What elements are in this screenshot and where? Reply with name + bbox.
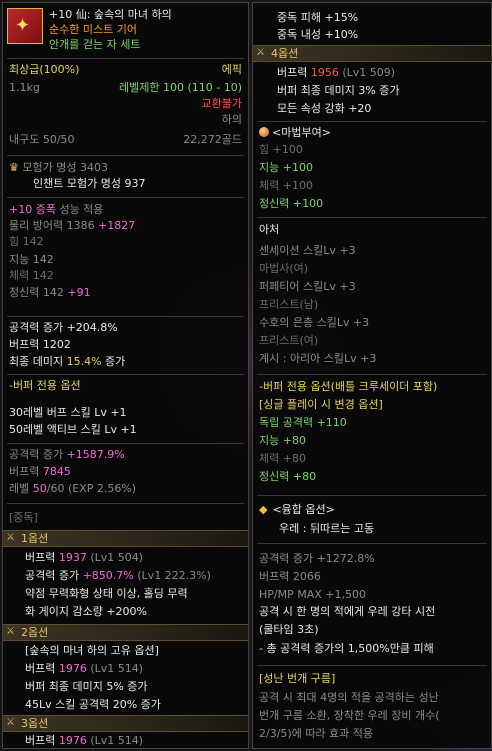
class-line7: 계시 : 아리아 스킬Lv +3 [259, 352, 377, 365]
option3-header: ⚔ 3옵션 [3, 715, 248, 732]
m-int: 지능 +100 [259, 161, 313, 174]
cloud-line3: 2/3/5)에 따라 효과 적용 [259, 727, 374, 740]
orb-icon [259, 127, 269, 137]
opt1-line1: 버프력 1937 (Lv1 504) [25, 551, 144, 564]
opt1-line3: 약점 무력화형 상태 이상, 홀딩 무력 [25, 587, 188, 600]
fusion-line2: 버프력 2066 [259, 570, 321, 583]
fusion-line5: (쿨타임 3초) [259, 623, 319, 636]
fusion-line3: HP/MP MAX +1,500 [259, 588, 366, 601]
diamond-icon: ◆ [259, 503, 268, 516]
bufopt-sub: [싱글 플레이 시 변경 옵션] [259, 398, 383, 411]
stat-str: 힘 142 [9, 235, 44, 248]
class-title: 아처 [259, 223, 280, 236]
fame-icon: ♛ [9, 161, 19, 174]
opt2-line4: 45Lv 스킬 공격력 20% 증가 [25, 698, 161, 711]
stat-spr: 정신력 142 +91 [9, 286, 91, 299]
slot-label: 하의 [221, 113, 242, 126]
cloud-line2: 번개 구름 소환, 장착한 우레 장비 개수( [259, 709, 440, 722]
fusion-line1: 공격력 증가 +1272.8% [259, 552, 375, 565]
grade-label: 최상급(100%) [9, 63, 80, 76]
option4-header: ⚔ 4옵션 [253, 45, 491, 62]
fusion-line6: - 총 공격력 증가의 1,500%만큼 피해 [259, 642, 434, 655]
opt1-line2: 공격력 증가 +850.7% (Lv1 222.3%) [25, 569, 211, 582]
option-bar-icon: ⚔ [6, 532, 15, 543]
fusion-title: ◆ <융합 옵션> [259, 503, 335, 516]
cloud-title: [성난 번개 구름] [259, 672, 336, 685]
opt2-line1: [숲속의 마녀 하의 고유 옵션] [25, 644, 159, 657]
stat-int: 지능 142 [9, 253, 54, 266]
item-tooltip-left: ✦ +10 仙: 숲속의 마녀 하의 순수한 미스트 기어 안개를 걷는 자 세… [2, 2, 249, 749]
opt2-line2: 버프력 1976 (Lv1 514) [25, 662, 144, 675]
growth-label: [중독] [9, 511, 38, 524]
magic-title: <마법부여> [259, 126, 331, 140]
amp-row: +10 증폭 성능 적용 [9, 203, 104, 216]
fusion-line4: 공격 시 한 명의 적에게 우레 강타 시전 [259, 605, 436, 618]
enchant-fame: 인챈트 모험가 명성 937 [33, 177, 146, 190]
class-line2: 마법사(여) [259, 262, 309, 275]
m-str: 힘 +100 [259, 143, 303, 156]
weight-label: 1.1kg [9, 81, 40, 94]
fusion-name: 우레 : 뒤따르는 고동 [279, 522, 375, 535]
bufopt-line2: 지능 +80 [259, 434, 306, 447]
option1-header: ⚔ 1옵션 [3, 530, 248, 547]
bufopt-line1: 독립 공격력 +110 [259, 416, 347, 429]
skill50: 50레벨 액티브 스킬 Lv +1 [9, 423, 137, 436]
growth-level: 레벨 50/60 (EXP 2.56%) [9, 482, 137, 495]
option-bar-icon: ⚔ [256, 47, 265, 58]
buffer-opt-title: -버퍼 전용 옵션 [9, 379, 81, 392]
class-line5: 수호의 은총 스킬Lv +3 [259, 316, 370, 329]
opt4-line1: 버프력 1956 (Lv1 509) [277, 66, 396, 79]
bufopt-title: -버퍼 전용 옵션(배틀 크루세이더 포함) [259, 380, 438, 393]
option-bar-icon: ⚔ [6, 717, 15, 728]
skill30: 30레벨 버프 스킬 Lv +1 [9, 406, 127, 419]
set-name: 안개를 걷는 자 세트 [49, 38, 141, 51]
item-tooltip-right: 중독 피해 +15% 중독 내성 +10% ⚔ 4옵션 버프력 1956 (Lv… [252, 2, 492, 749]
buff-power: 버프력 1202 [9, 338, 71, 351]
item-subtitle: 순수한 미스트 기어 [49, 23, 137, 36]
class-line6: 프리스트(여) [259, 334, 319, 347]
opt4-line2: 버퍼 최종 데미지 3% 증가 [277, 84, 400, 97]
price-label: 22,272골드 [183, 133, 242, 146]
rarity-label: 에픽 [221, 63, 242, 76]
m-vit: 체력 +100 [259, 179, 313, 192]
opt4-line3: 모든 속성 강화 +20 [277, 102, 372, 115]
item-title: +10 仙: 숲속의 마녀 하의 [49, 8, 172, 21]
class-line4: 프리스트(남) [259, 298, 319, 311]
durability-label: 내구도 50/50 [9, 133, 75, 146]
stat-vit: 체력 142 [9, 269, 54, 282]
opt3-line1: 버프력 1976 (Lv1 514) [25, 734, 144, 747]
opt2-line3: 버퍼 최종 데미지 5% 증가 [25, 680, 148, 693]
class-line3: 퍼페티어 스킬Lv +3 [259, 280, 356, 293]
fame-row: ♛ 모험가 명성 3403 [9, 161, 108, 174]
top-line1: 중독 피해 +15% [277, 11, 359, 24]
growth-atk-inc: 공격력 증가 +1587.9% [9, 448, 125, 461]
item-icon: ✦ [7, 8, 43, 44]
bufopt-line3: 체력 +80 [259, 452, 306, 465]
growth-buff-power: 버프력 7845 [9, 465, 71, 478]
level-limit-label: 레벨제한 100 (110 - 10) [118, 81, 242, 94]
option-bar-icon: ⚔ [6, 626, 15, 637]
trade-label: 교환불가 [201, 97, 242, 110]
m-spr: 정신력 +100 [259, 197, 324, 210]
atk-inc: 공격력 증가 +204.8% [9, 321, 118, 334]
bufopt-line4: 정신력 +80 [259, 470, 317, 483]
phys-def-row: 물리 방어력 1386 +1827 [9, 219, 136, 232]
cloud-line1: 공격 시 최대 4명의 적을 공격하는 성난 [259, 691, 439, 704]
opt1-line4: 화 게이지 감소량 +200% [25, 605, 147, 618]
class-line1: 센세이션 스킬Lv +3 [259, 244, 356, 257]
top-line2: 중독 내성 +10% [277, 28, 359, 41]
final-dmg: 최종 데미지 15.4% 증가 [9, 355, 126, 368]
option2-header: ⚔ 2옵션 [3, 624, 248, 641]
